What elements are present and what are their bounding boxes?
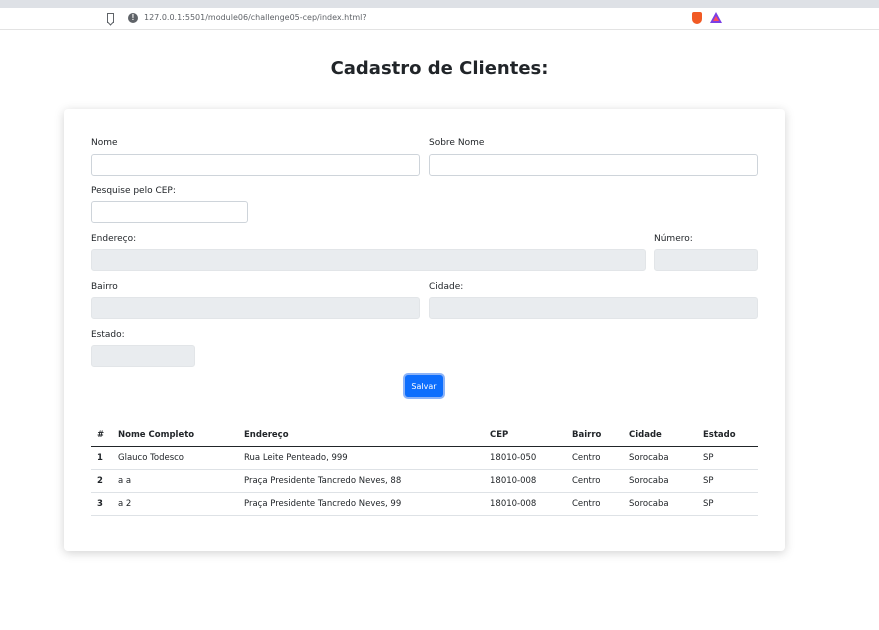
url-text[interactable]: 127.0.0.1:5501/module06/challenge05-cep/… [144, 13, 367, 22]
endereco-label: Endereço: [91, 234, 137, 244]
col-header-nome: Nome Completo [112, 425, 238, 447]
client-form-card: Nome Sobre Nome Pesquise pelo CEP: Ender… [64, 109, 785, 551]
numero-input [654, 249, 758, 271]
col-header-estado: Estado [697, 425, 758, 447]
cep-label: Pesquise pelo CEP: [91, 186, 176, 196]
cidade-label: Cidade: [429, 282, 464, 292]
cell-endereco: Rua Leite Penteado, 999 [238, 446, 484, 470]
col-header-endereco: Endereço [238, 425, 484, 447]
cell-estado: SP [697, 469, 758, 493]
table-row: 3 a 2 Praça Presidente Tancredo Neves, 9… [91, 492, 758, 516]
bookmark-icon[interactable] [107, 13, 114, 23]
brave-rewards-icon[interactable] [710, 12, 722, 23]
cell-index: 2 [91, 469, 112, 493]
nome-input[interactable] [91, 154, 420, 176]
cell-nome: a a [112, 469, 238, 493]
table-row: 2 a a Praça Presidente Tancredo Neves, 8… [91, 469, 758, 493]
cell-cep: 18010-008 [484, 469, 566, 493]
col-header-cep: CEP [484, 425, 566, 447]
cidade-input [429, 297, 758, 319]
brave-shield-icon[interactable] [692, 12, 702, 24]
col-header-bairro: Bairro [566, 425, 623, 447]
cell-nome: Glauco Todesco [112, 446, 238, 470]
bairro-input [91, 297, 420, 319]
cell-nome: a 2 [112, 492, 238, 516]
cell-index: 3 [91, 492, 112, 516]
clients-table: # Nome Completo Endereço CEP Bairro Cida… [91, 425, 758, 516]
nome-label: Nome [91, 138, 118, 148]
cell-estado: SP [697, 492, 758, 516]
page-title: Cadastro de Clientes: [330, 58, 549, 79]
col-header-cidade: Cidade [623, 425, 697, 447]
cell-bairro: Centro [566, 492, 623, 516]
site-info-icon[interactable]: ! [128, 13, 138, 23]
estado-label: Estado: [91, 330, 125, 340]
cell-cep: 18010-050 [484, 446, 566, 470]
cell-endereco: Praça Presidente Tancredo Neves, 88 [238, 469, 484, 493]
cell-estado: SP [697, 446, 758, 470]
table-row: 1 Glauco Todesco Rua Leite Penteado, 999… [91, 446, 758, 470]
cell-bairro: Centro [566, 469, 623, 493]
browser-address-bar[interactable]: ! 127.0.0.1:5501/module06/challenge05-ce… [0, 8, 879, 30]
col-header-index: # [91, 425, 112, 447]
browser-tab-strip [0, 0, 879, 8]
cell-index: 1 [91, 446, 112, 470]
cell-cep: 18010-008 [484, 492, 566, 516]
estado-input [91, 345, 195, 367]
cell-bairro: Centro [566, 446, 623, 470]
endereco-input [91, 249, 646, 271]
numero-label: Número: [654, 234, 693, 244]
cep-input[interactable] [91, 201, 248, 223]
cell-cidade: Sorocaba [623, 492, 697, 516]
save-button[interactable]: Salvar [405, 375, 443, 397]
cell-endereco: Praça Presidente Tancredo Neves, 99 [238, 492, 484, 516]
cell-cidade: Sorocaba [623, 446, 697, 470]
sobrenome-label: Sobre Nome [429, 138, 485, 148]
sobrenome-input[interactable] [429, 154, 758, 176]
cell-cidade: Sorocaba [623, 469, 697, 493]
bairro-label: Bairro [91, 282, 118, 292]
table-header-row: # Nome Completo Endereço CEP Bairro Cida… [91, 425, 758, 447]
